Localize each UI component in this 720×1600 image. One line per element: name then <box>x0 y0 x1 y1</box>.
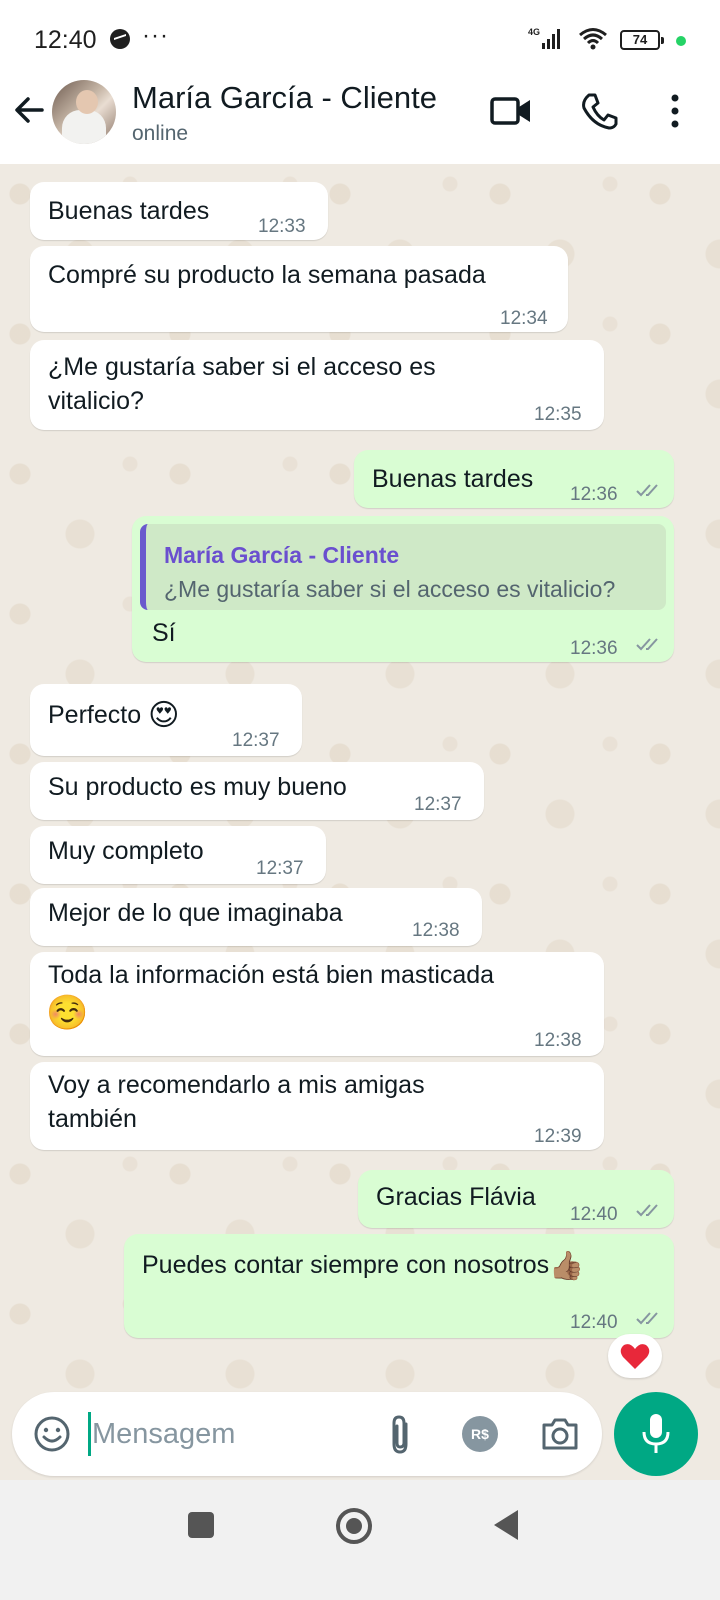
message-composer: R$ <box>12 1392 602 1476</box>
network-type-label: 4G <box>528 27 540 37</box>
message-input[interactable] <box>92 1406 392 1462</box>
message-time: 12:35 <box>534 404 582 425</box>
contact-status: online <box>132 122 189 145</box>
message-time: 12:40 <box>570 1312 618 1333</box>
status-time: 12:40 <box>34 26 97 54</box>
payment-icon[interactable]: R$ <box>462 1416 498 1452</box>
message-outgoing-reply[interactable]: María García - Cliente ¿Me gustaría sabe… <box>132 516 674 662</box>
quoted-text: ¿Me gustaría saber si el acceso es vital… <box>164 576 616 602</box>
message-time: 12:37 <box>232 730 280 751</box>
message-outgoing[interactable]: Buenas tardes 12:36 <box>354 450 674 508</box>
message-text: Su producto es muy bueno <box>48 773 347 801</box>
message-text: Buenas tardes <box>48 197 210 225</box>
message-text: Voy a recomendarlo a mis amigas también <box>48 1071 425 1133</box>
mic-icon <box>642 1414 670 1453</box>
message-text: Gracias Flávia <box>376 1183 536 1211</box>
message-text: Sí <box>152 619 176 647</box>
emoji-icon[interactable] <box>32 1414 72 1454</box>
message-time: 12:37 <box>256 858 304 879</box>
smiling-emoji: ☺️ <box>46 994 89 1032</box>
message-incoming[interactable]: Compré su producto la semana pasada 12:3… <box>30 246 568 332</box>
message-time: 12:33 <box>258 216 306 237</box>
message-time: 12:39 <box>534 1126 582 1147</box>
heart-icon <box>620 1344 650 1369</box>
signal-icon: 4G <box>528 27 560 49</box>
read-receipt-icon <box>636 638 658 651</box>
system-back-button[interactable] <box>494 1510 518 1540</box>
message-incoming[interactable]: Muy completo 12:37 <box>30 826 326 884</box>
camera-icon[interactable] <box>540 1416 580 1452</box>
contact-avatar[interactable] <box>52 80 116 144</box>
message-text-body: Perfecto <box>48 701 142 729</box>
heart-eyes-emoji: 😍 <box>148 699 180 733</box>
message-outgoing[interactable]: Gracias Flávia 12:40 <box>358 1170 674 1228</box>
message-incoming[interactable]: Voy a recomendarlo a mis amigas también … <box>30 1062 604 1150</box>
message-incoming[interactable]: ¿Me gustaría saber si el acceso es vital… <box>30 340 604 430</box>
attach-icon[interactable] <box>386 1414 416 1456</box>
contact-name[interactable]: María García - Cliente <box>132 80 437 116</box>
mic-button[interactable] <box>614 1392 698 1476</box>
message-time: 12:36 <box>570 484 618 505</box>
message-text: Muy completo <box>48 837 204 865</box>
recent-apps-button[interactable] <box>188 1512 214 1538</box>
message-time: 12:34 <box>500 308 548 329</box>
battery-icon: 74 <box>620 30 664 50</box>
chat-area[interactable]: Buenas tardes 12:33 Compré su producto l… <box>0 164 720 1412</box>
message-time: 12:37 <box>414 794 462 815</box>
quoted-message[interactable]: María García - Cliente ¿Me gustaría sabe… <box>140 524 666 610</box>
message-text: Buenas tardes <box>372 465 534 493</box>
more-notifications-icon: ··· <box>142 22 169 49</box>
video-call-icon[interactable] <box>490 94 532 128</box>
wifi-icon <box>579 28 607 50</box>
message-text: ¿Me gustaría saber si el acceso es vital… <box>48 353 436 415</box>
message-reaction[interactable] <box>608 1334 662 1378</box>
message-text: Compré su producto la semana pasada <box>48 261 486 289</box>
system-nav-bar <box>0 1480 720 1600</box>
home-button[interactable] <box>336 1508 372 1544</box>
message-time: 12:40 <box>570 1204 618 1225</box>
message-incoming[interactable]: Mejor de lo que imaginaba 12:38 <box>30 888 482 946</box>
message-time: 12:38 <box>534 1030 582 1051</box>
message-text: Puedes contar siempre con nosotros👍🏽 <box>142 1248 584 1283</box>
read-receipt-icon <box>636 1204 658 1217</box>
message-text: Mejor de lo que imaginaba <box>48 899 343 927</box>
message-time: 12:36 <box>570 638 618 659</box>
read-receipt-icon <box>636 484 658 497</box>
message-text: Toda la información está bien masticada <box>48 961 495 989</box>
message-text-body: Puedes contar siempre con nosotros <box>142 1251 550 1279</box>
messenger-notification-icon <box>110 29 130 49</box>
back-arrow-icon[interactable] <box>12 92 48 128</box>
quoted-author: María García - Cliente <box>164 542 400 568</box>
phone-icon[interactable] <box>580 92 618 130</box>
text-caret <box>88 1412 91 1456</box>
read-receipt-icon <box>636 1312 658 1325</box>
message-incoming[interactable]: Perfecto 😍 12:37 <box>30 684 302 756</box>
message-outgoing[interactable]: Puedes contar siempre con nosotros👍🏽 12:… <box>124 1234 674 1338</box>
more-vert-icon[interactable] <box>668 92 682 130</box>
message-text: Perfecto 😍 <box>48 698 179 733</box>
message-incoming[interactable]: Buenas tardes 12:33 <box>30 182 328 240</box>
message-incoming[interactable]: Toda la información está bien masticada … <box>30 952 604 1056</box>
message-incoming[interactable]: Su producto es muy bueno 12:37 <box>30 762 484 820</box>
message-time: 12:38 <box>412 920 460 941</box>
status-bar: 12:40 ··· 4G 74 <box>0 0 720 72</box>
chat-header: María García - Cliente online <box>0 72 720 164</box>
thumbs-up-emoji: 👍🏽 <box>549 1250 585 1282</box>
privacy-indicator-dot <box>676 36 686 46</box>
